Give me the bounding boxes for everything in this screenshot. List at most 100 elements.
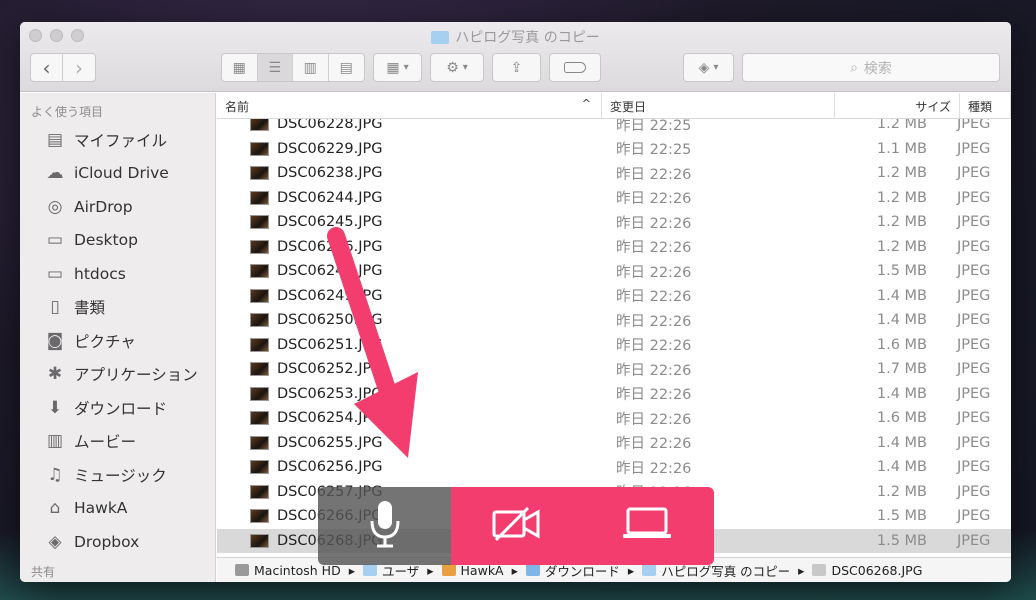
file-row[interactable]: DSC06248.JPG 昨日 22:26 1.5 MB JPEG — [217, 259, 1011, 284]
file-name-cell: DSC06248.JPG — [217, 263, 602, 279]
back-button[interactable]: ‹ — [31, 54, 64, 81]
forward-button[interactable]: › — [63, 54, 95, 81]
file-kind: JPEG — [957, 312, 991, 329]
folder-icon — [362, 564, 377, 576]
file-name: DSC06248.JPG — [277, 263, 383, 280]
image-thumbnail-icon — [250, 166, 269, 181]
sidebar-item[interactable]: ◈ Dropbox — [20, 525, 215, 559]
sidebar-item[interactable]: ▭ Desktop — [20, 224, 215, 258]
arrange-button[interactable]: ▦ ▾ — [373, 53, 422, 82]
file-date: 昨日 22:26 — [616, 264, 692, 281]
list-view-button[interactable]: ☰ — [257, 54, 293, 81]
sidebar-item[interactable]: ⌂ HawkA — [20, 492, 215, 526]
file-row[interactable]: DSC06250.JPG 昨日 22:26 1.4 MB JPEG — [217, 308, 1011, 333]
microphone-button[interactable] — [368, 499, 402, 553]
file-row[interactable]: DSC06229.JPG 昨日 22:25 1.1 MB JPEG — [217, 137, 1011, 162]
file-name-cell: DSC06252.JPG — [217, 361, 602, 377]
sidebar-item[interactable]: ▯ 書類 — [20, 291, 215, 325]
all-files-icon: ▤ — [46, 129, 64, 150]
file-date: 昨日 22:26 — [616, 313, 692, 330]
sidebar-item-label: ダウンロード — [74, 399, 168, 418]
file-kind: JPEG — [957, 336, 991, 353]
image-thumbnail-icon — [250, 119, 269, 132]
image-thumbnail-icon — [250, 435, 269, 450]
sidebar: よく使う項目 ▤ マイファイル ☁ iCloud Drive ◎ AirDrop ▭ Desk… — [20, 93, 216, 582]
file-size: 1.4 MB — [876, 434, 927, 451]
file-size: 1.4 MB — [876, 312, 927, 329]
file-size: 1.2 MB — [876, 165, 927, 182]
sidebar-item[interactable]: ✱ アプリケーション — [20, 358, 215, 392]
column-view-button[interactable]: ▥ — [293, 54, 329, 81]
file-row[interactable]: DSC06244.JPG 昨日 22:26 1.2 MB JPEG — [217, 186, 1011, 211]
folder-icon: ▭ — [46, 263, 64, 284]
dropbox-button[interactable]: ◈ ▾ — [683, 53, 734, 82]
file-row[interactable]: DSC06251.JPG 昨日 22:26 1.6 MB JPEG — [217, 333, 1011, 358]
sidebar-item-label: htdocs — [74, 264, 126, 283]
sidebar-item[interactable]: ☁ iCloud Drive — [20, 157, 215, 191]
image-thumbnail-icon — [250, 239, 269, 254]
action-button[interactable]: ⚙ ▾ — [430, 53, 484, 82]
file-size: 1.2 MB — [876, 483, 927, 500]
file-kind: JPEG — [957, 508, 991, 525]
file-row[interactable]: DSC06255.JPG 昨日 22:26 1.4 MB JPEG — [217, 431, 1011, 456]
sidebar-item-label: ピクチャ — [74, 332, 136, 351]
file-row[interactable]: DSC06254.JPG 昨日 22:26 1.6 MB JPEG — [217, 406, 1011, 431]
file-row[interactable]: DSC06246.JPG 昨日 22:26 1.2 MB JPEG — [217, 235, 1011, 260]
file-name-cell: DSC06255.JPG — [217, 435, 602, 451]
tags-button[interactable] — [549, 53, 601, 82]
sidebar-item[interactable]: ◎ AirDrop — [20, 190, 215, 224]
icon-view-button[interactable]: ▦ — [222, 54, 258, 81]
file-row[interactable]: DSC06256.JPG 昨日 22:26 1.4 MB JPEG — [217, 455, 1011, 480]
home-icon — [441, 564, 456, 576]
image-thumbnail-icon — [250, 313, 269, 328]
file-row[interactable]: DSC06245.JPG 昨日 22:26 1.2 MB JPEG — [217, 210, 1011, 235]
applications-icon: ✱ — [47, 364, 63, 385]
column-modified[interactable]: 変更日 — [602, 93, 835, 118]
folder-icon — [431, 31, 450, 44]
file-row[interactable]: DSC06238.JPG 昨日 22:26 1.2 MB JPEG — [217, 161, 1011, 186]
screen-share-button[interactable] — [621, 506, 673, 546]
sidebar-item[interactable]: ▥ ムービー — [20, 425, 215, 459]
file-date: 昨日 22:26 — [616, 436, 692, 453]
file-name-cell: DSC06249.JPG — [217, 288, 602, 304]
camera-toggle-button[interactable] — [492, 506, 540, 546]
file-date: 昨日 22:26 — [616, 215, 692, 232]
image-thumbnail-icon — [250, 362, 269, 377]
sidebar-heading-shared: 共有 — [31, 564, 56, 579]
sidebar-item-label: 書類 — [74, 299, 106, 318]
airdrop-icon: ◎ — [47, 196, 63, 217]
file-size: 1.5 MB — [876, 508, 927, 525]
file-row[interactable]: DSC06249.JPG 昨日 22:26 1.4 MB JPEG — [217, 284, 1011, 309]
sidebar-item-label: HawkA — [74, 499, 128, 518]
sidebar-item[interactable]: ◙ ピクチャ — [20, 324, 215, 358]
columns-icon: ▥ — [303, 59, 317, 76]
folder-icon: ▭ — [46, 230, 64, 251]
file-name-cell: DSC06244.JPG — [217, 190, 602, 206]
cloud-icon: ☁ — [46, 163, 64, 184]
document-icon: ▯ — [50, 297, 60, 318]
column-size[interactable]: サイズ — [835, 93, 960, 118]
file-row[interactable]: DSC06252.JPG 昨日 22:26 1.7 MB JPEG — [217, 357, 1011, 382]
file-name: DSC06253.JPG — [277, 385, 383, 402]
sidebar-item[interactable]: ♫ ミュージック — [20, 458, 215, 492]
file-kind: JPEG — [957, 119, 991, 133]
file-row[interactable]: DSC06228.JPG 昨日 22:25 1.2 MB JPEG — [217, 119, 1011, 137]
share-button[interactable]: ⇪ — [492, 53, 541, 82]
sidebar-item[interactable]: ▤ マイファイル — [20, 123, 215, 157]
coverflow-view-button[interactable]: ▤ — [329, 54, 364, 81]
column-name[interactable]: 名前 ^ — [217, 93, 602, 118]
file-date: 昨日 22:26 — [616, 338, 692, 355]
search-placeholder: 検索 — [863, 60, 892, 77]
file-row[interactable]: DSC06253.JPG 昨日 22:26 1.4 MB JPEG — [217, 382, 1011, 407]
sidebar-item[interactable]: ▭ htdocs — [20, 257, 215, 291]
search-field[interactable]: ⌕ 検索 — [742, 53, 1000, 82]
file-size: 1.2 MB — [876, 238, 927, 255]
file-date: 昨日 22:26 — [616, 240, 692, 257]
path-segment-label: DSC06268.JPG — [831, 562, 923, 578]
sidebar-item-label: iCloud Drive — [74, 164, 169, 183]
path-segment[interactable]: DSC06268.JPG — [812, 563, 922, 578]
column-kind[interactable]: 種類 — [960, 93, 1011, 118]
folder-icon — [642, 564, 657, 576]
sidebar-item[interactable]: ⬇ ダウンロード — [20, 391, 215, 425]
file-size: 1.5 MB — [876, 263, 927, 280]
